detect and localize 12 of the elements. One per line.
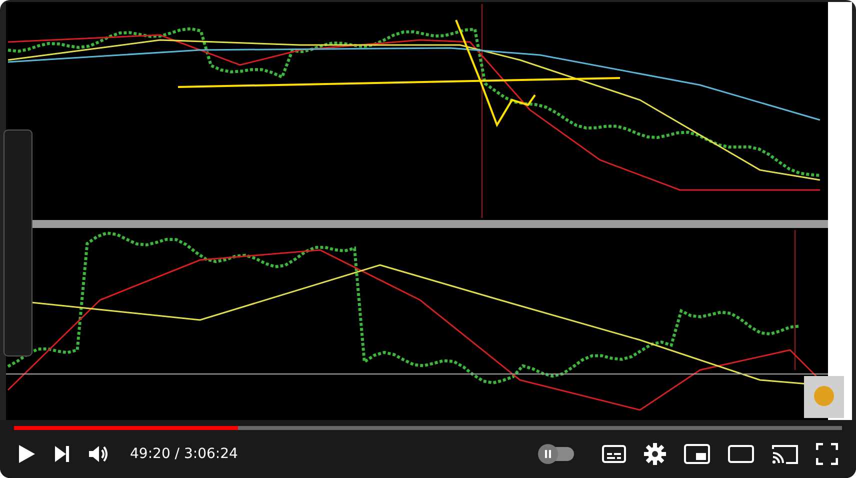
playback-time: 49:20 / 3:06:24 <box>130 446 238 462</box>
settings-icon <box>644 443 666 465</box>
speaker-icon <box>88 444 110 464</box>
autoplay-toggle[interactable] <box>540 447 574 461</box>
pause-icon <box>543 449 553 459</box>
subtitles-icon <box>602 445 626 463</box>
next-icon <box>54 445 70 463</box>
play-icon <box>18 444 36 464</box>
miniplayer-icon <box>684 444 710 464</box>
fullscreen-icon <box>816 443 838 465</box>
cast-icon <box>772 444 798 464</box>
theater-mode-icon <box>728 445 754 463</box>
